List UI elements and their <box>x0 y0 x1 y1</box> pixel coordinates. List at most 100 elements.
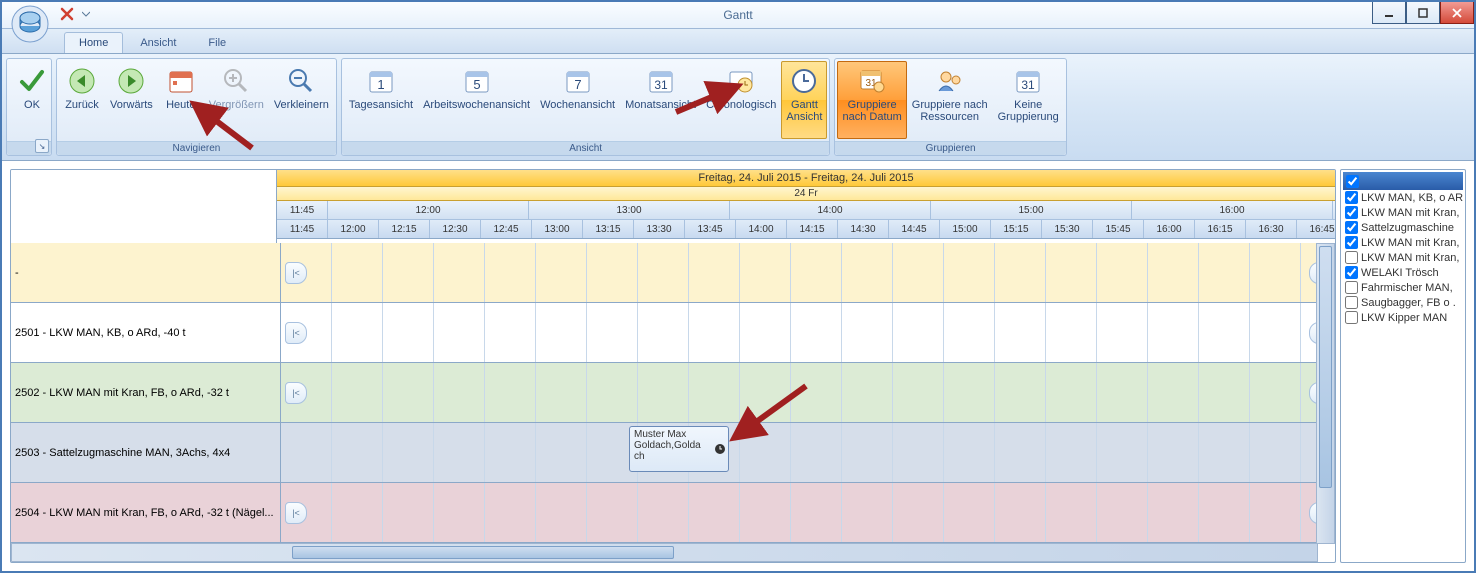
close-button[interactable] <box>1440 2 1474 24</box>
filter-checkbox[interactable] <box>1345 236 1358 249</box>
chrono-view-button[interactable]: Chronologisch <box>701 61 781 139</box>
horizontal-scrollbar[interactable] <box>11 543 1318 562</box>
content-area: Freitag, 24. Juli 2015 - Freitag, 24. Ju… <box>2 161 1474 571</box>
today-button[interactable]: Heute <box>158 61 204 139</box>
row-scroll-left[interactable]: |< <box>285 502 307 524</box>
forward-button[interactable]: Vorwärts <box>105 61 158 139</box>
event-line2: Goldach,Golda <box>634 440 724 451</box>
tab-home[interactable]: Home <box>64 32 123 53</box>
filter-item[interactable]: LKW MAN mit Kran, <box>1343 205 1463 220</box>
filter-item[interactable]: LKW MAN mit Kran, <box>1343 235 1463 250</box>
group-by-resource-button[interactable]: Gruppiere nach Ressourcen <box>907 61 993 139</box>
filter-item[interactable]: LKW Kipper MAN <box>1343 310 1463 325</box>
filter-checkbox[interactable] <box>1345 296 1358 309</box>
filter-checkbox[interactable] <box>1345 266 1358 279</box>
row-label: 2503 - Sattelzugmaschine MAN, 3Achs, 4x4 <box>11 423 281 482</box>
svg-text:7: 7 <box>574 77 581 92</box>
filter-item[interactable]: LKW MAN mit Kran, <box>1343 250 1463 265</box>
back-label: Zurück <box>65 99 99 111</box>
event-line3: ch <box>634 451 724 462</box>
filter-checkbox[interactable] <box>1345 206 1358 219</box>
ok-button[interactable]: OK <box>9 61 55 139</box>
filter-select-all[interactable] <box>1343 172 1463 190</box>
ok-label: OK <box>24 99 40 111</box>
row-scroll-left[interactable]: |< <box>285 322 307 344</box>
gantt-body[interactable]: -|<>|2501 - LKW MAN, KB, o ARd, -40 t|<>… <box>11 243 1335 562</box>
tab-file[interactable]: File <box>193 32 241 53</box>
check-icon <box>16 65 48 97</box>
gantt-row[interactable]: 2502 - LKW MAN mit Kran, FB, o ARd, -32 … <box>11 363 1335 423</box>
row-label: 2501 - LKW MAN, KB, o ARd, -40 t <box>11 303 281 362</box>
calendar-today-icon <box>165 65 197 97</box>
zoom-out-icon <box>285 65 317 97</box>
filter-item[interactable]: WELAKI Trösch <box>1343 265 1463 280</box>
qat-dropdown-icon[interactable] <box>80 4 92 24</box>
month-view-button[interactable]: 31Monatsansicht <box>620 61 701 139</box>
today-label: Heute <box>166 99 195 111</box>
filter-checkbox[interactable] <box>1345 221 1358 234</box>
group-res-label: Gruppiere nach Ressourcen <box>912 99 988 123</box>
zoom-out-button[interactable]: Verkleinern <box>269 61 334 139</box>
calendar-week-icon: 7 <box>562 65 594 97</box>
filter-checkbox[interactable] <box>1345 281 1358 294</box>
minimize-button[interactable] <box>1372 2 1406 24</box>
gantt-label: Gantt Ansicht <box>786 99 822 123</box>
app-window: Gantt Home Ansicht File OK ↘ Zurück V <box>0 0 1476 573</box>
back-button[interactable]: Zurück <box>59 61 105 139</box>
qat-delete-icon[interactable] <box>56 4 78 24</box>
day-view-button[interactable]: 1 Tagesansicht <box>344 61 418 139</box>
maximize-button[interactable] <box>1406 2 1440 24</box>
filter-label: Saugbagger, FB o . <box>1361 297 1456 309</box>
timeline-icon <box>725 65 757 97</box>
gantt-view-button[interactable]: Gantt Ansicht <box>781 61 827 139</box>
zoom-in-button[interactable]: Vergrößern <box>204 61 269 139</box>
filter-label: Sattelzugmaschine <box>1361 222 1454 234</box>
view-group-label: Ansicht <box>342 141 830 155</box>
workweek-view-button[interactable]: 5Arbeitswochenansicht <box>418 61 535 139</box>
gantt-row[interactable]: 2503 - Sattelzugmaschine MAN, 3Achs, 4x4… <box>11 423 1335 483</box>
svg-text:31: 31 <box>654 78 668 92</box>
svg-text:31: 31 <box>1022 78 1036 92</box>
row-label: 2502 - LKW MAN mit Kran, FB, o ARd, -32 … <box>11 363 281 422</box>
vertical-scrollbar[interactable] <box>1316 243 1335 544</box>
clock-icon <box>788 65 820 97</box>
gantt-event[interactable]: Muster MaxGoldach,Goldach <box>629 426 729 472</box>
zoom-in-label: Vergrößern <box>209 99 264 111</box>
people-icon <box>934 65 966 97</box>
gantt-row[interactable]: -|<>| <box>11 243 1335 303</box>
group-date-label: Gruppiere nach Datum <box>842 99 901 123</box>
gantt-row[interactable]: 2504 - LKW MAN mit Kran, FB, o ARd, -32 … <box>11 483 1335 543</box>
select-all-checkbox[interactable] <box>1346 175 1359 188</box>
filter-checkbox[interactable] <box>1345 251 1358 264</box>
filter-checkbox[interactable] <box>1345 311 1358 324</box>
clock-icon <box>714 443 726 455</box>
filter-label: LKW MAN, KB, o ARd <box>1361 192 1463 204</box>
filter-item[interactable]: Fahrmischer MAN, <box>1343 280 1463 295</box>
week-view-button[interactable]: 7Wochenansicht <box>535 61 620 139</box>
filter-checkbox[interactable] <box>1345 191 1358 204</box>
group-by-date-button[interactable]: 31Gruppiere nach Datum <box>837 61 906 139</box>
filter-item[interactable]: Saugbagger, FB o . <box>1343 295 1463 310</box>
app-icon[interactable] <box>10 4 50 44</box>
calendar-workweek-icon: 5 <box>461 65 493 97</box>
row-scroll-left[interactable]: |< <box>285 382 307 404</box>
gantt-row[interactable]: 2501 - LKW MAN, KB, o ARd, -40 t|<>| <box>11 303 1335 363</box>
svg-text:1: 1 <box>377 77 384 92</box>
resource-filter-panel: LKW MAN, KB, o ARdLKW MAN mit Kran,Satte… <box>1340 169 1466 563</box>
window-title: Gantt <box>723 8 752 22</box>
no-group-button[interactable]: 31Keine Gruppierung <box>993 61 1064 139</box>
row-scroll-left[interactable]: |< <box>285 262 307 284</box>
dialog-launcher-icon[interactable]: ↘ <box>35 139 49 153</box>
forward-label: Vorwärts <box>110 99 153 111</box>
filter-item[interactable]: Sattelzugmaschine <box>1343 220 1463 235</box>
day-view-label: Tagesansicht <box>349 99 413 111</box>
gantt-mins-row: 11:4512:0012:1512:3012:4513:0013:1513:30… <box>277 220 1335 239</box>
filter-label: LKW MAN mit Kran, <box>1361 207 1459 219</box>
nav-group-label: Navigieren <box>57 141 336 155</box>
arrow-left-icon <box>66 65 98 97</box>
tab-ansicht[interactable]: Ansicht <box>125 32 191 53</box>
chrono-label: Chronologisch <box>706 99 776 111</box>
filter-item[interactable]: LKW MAN, KB, o ARd <box>1343 190 1463 205</box>
gantt-hours-row: 11:4512:0013:0014:0015:0016:00 <box>277 201 1335 220</box>
gantt-range-header: Freitag, 24. Juli 2015 - Freitag, 24. Ju… <box>277 170 1335 187</box>
